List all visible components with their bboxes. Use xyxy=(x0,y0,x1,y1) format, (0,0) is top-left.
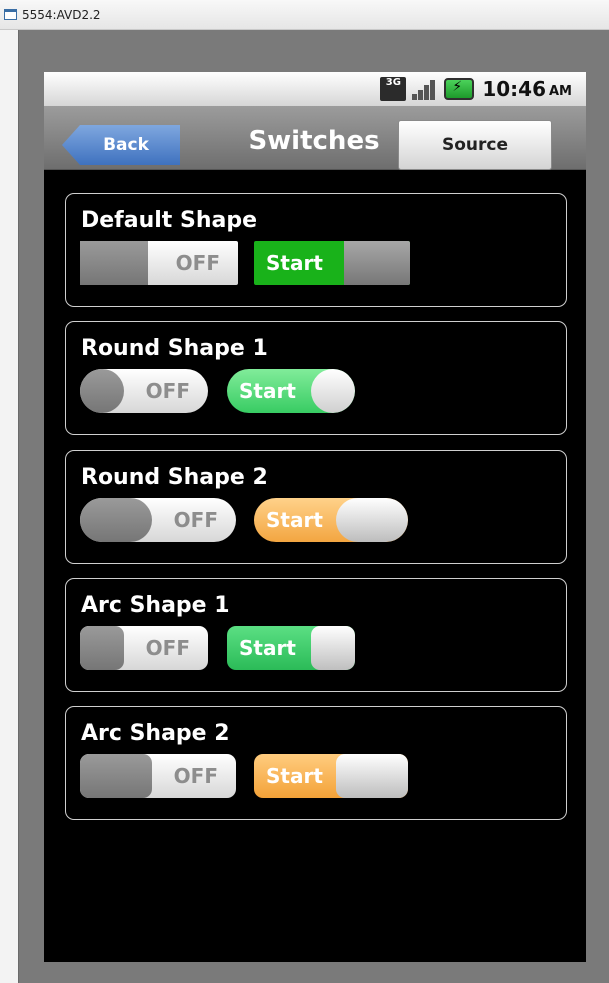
navigation-bar: Back Switches Source xyxy=(44,106,586,170)
battery-charging-icon xyxy=(444,78,475,100)
switch-knob[interactable] xyxy=(80,626,124,670)
panel-round-shape-1: Round Shape 1 OFF Start xyxy=(65,321,567,435)
switch-on-round1[interactable]: Start xyxy=(227,369,355,413)
switch-on-arc1[interactable]: Start xyxy=(227,626,355,670)
switch-knob[interactable] xyxy=(344,241,410,285)
window-icon xyxy=(4,9,17,20)
switch-knob[interactable] xyxy=(311,626,355,670)
switch-knob[interactable] xyxy=(336,754,408,798)
switch-off-label: OFF xyxy=(173,508,218,532)
window-title: 5554:AVD2.2 xyxy=(22,7,101,22)
device-screen: 3G 10:46 AM Back Switches Source Default… xyxy=(44,72,586,962)
switch-off-label: OFF xyxy=(145,636,190,660)
status-bar: 3G 10:46 AM xyxy=(44,72,586,106)
switch-knob[interactable] xyxy=(80,754,152,798)
switch-on-label: Start xyxy=(239,379,296,403)
panel-arc-shape-2: Arc Shape 2 OFF Start xyxy=(65,706,567,820)
switch-off-label: OFF xyxy=(173,764,218,788)
switch-on-arc2[interactable]: Start xyxy=(254,754,408,798)
panel-title: Default Shape xyxy=(81,208,257,233)
switch-off-label: OFF xyxy=(145,379,190,403)
panel-title: Arc Shape 2 xyxy=(81,721,230,746)
panel-title: Round Shape 1 xyxy=(81,336,268,361)
switch-knob[interactable] xyxy=(336,498,408,542)
switch-on-label: Start xyxy=(266,251,323,275)
page-title: Switches xyxy=(248,126,380,156)
window-title-bar: 5554:AVD2.2 xyxy=(0,0,609,30)
panel-title: Arc Shape 1 xyxy=(81,593,230,618)
switch-off-default[interactable]: OFF xyxy=(80,241,238,285)
panel-default-shape: Default Shape OFF Start xyxy=(65,193,567,307)
switch-knob[interactable] xyxy=(80,369,124,413)
network-3g-icon: 3G xyxy=(380,77,407,101)
back-button[interactable]: Back xyxy=(62,125,180,165)
switch-on-round2[interactable]: Start xyxy=(254,498,408,542)
switch-on-label: Start xyxy=(239,636,296,660)
switch-off-round1[interactable]: OFF xyxy=(80,369,208,413)
switch-off-arc2[interactable]: OFF xyxy=(80,754,236,798)
switch-knob[interactable] xyxy=(80,241,148,285)
switch-off-arc1[interactable]: OFF xyxy=(80,626,208,670)
switch-off-label: OFF xyxy=(175,251,220,275)
switch-knob[interactable] xyxy=(80,498,152,542)
panel-title: Round Shape 2 xyxy=(81,465,268,490)
switch-on-label: Start xyxy=(266,764,323,788)
signal-strength-icon xyxy=(412,78,436,100)
panel-arc-shape-1: Arc Shape 1 OFF Start xyxy=(65,578,567,692)
panel-round-shape-2: Round Shape 2 OFF Start xyxy=(65,450,567,564)
clock-time: 10:46 xyxy=(482,77,546,101)
switch-knob[interactable] xyxy=(311,369,355,413)
clock-ampm: AM xyxy=(549,84,572,99)
source-button[interactable]: Source xyxy=(398,120,552,170)
switch-on-default[interactable]: Start xyxy=(254,241,410,285)
switch-off-round2[interactable]: OFF xyxy=(80,498,236,542)
switch-on-label: Start xyxy=(266,508,323,532)
